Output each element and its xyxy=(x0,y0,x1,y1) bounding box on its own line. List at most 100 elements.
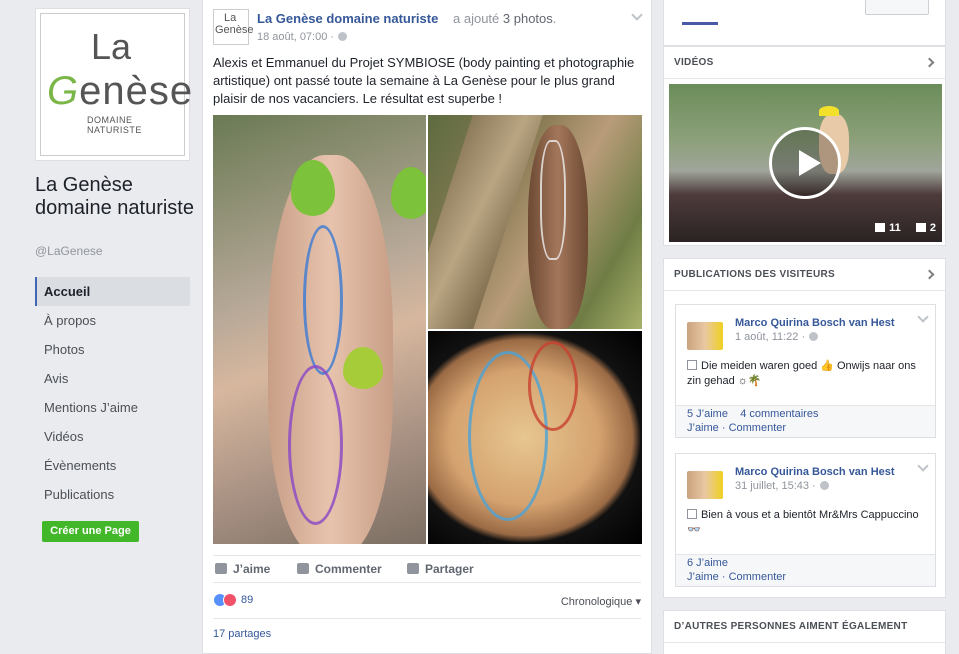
visitor-post-body: Bien à vous et a bientôt Mr&Mrs Cappucci… xyxy=(687,509,919,536)
share-arrow-icon xyxy=(407,563,419,574)
nav-item-photos[interactable]: Photos xyxy=(35,335,190,364)
logo-text-genese: Genèse xyxy=(47,69,193,114)
post-photo-2[interactable] xyxy=(428,115,642,329)
visitor-post-date[interactable]: 31 juillet, 15:43 · xyxy=(735,480,829,492)
visitor-name-link[interactable]: Marco Quirina Bosch van Hest xyxy=(735,317,895,329)
nav-item-mentions[interactable]: Mentions J’aime xyxy=(35,393,190,422)
visitor-post: Marco Quirina Bosch van Hest 31 juillet,… xyxy=(675,453,936,587)
nav-item-avis[interactable]: Avis xyxy=(35,364,190,393)
visitor-avatar[interactable] xyxy=(687,471,723,499)
visitor-likes-count[interactable]: 5 J’aime xyxy=(687,408,728,420)
visitor-post-text: Die meiden waren goed 👍 Onwijs naar ons … xyxy=(687,359,927,389)
nav-item-a-propos[interactable]: À propos xyxy=(35,306,190,335)
play-button-icon[interactable] xyxy=(769,127,841,199)
page-nav: Accueil À propos Photos Avis Mentions J’… xyxy=(35,277,190,509)
shares-count-link[interactable]: 17 partages xyxy=(213,628,271,640)
post-divider xyxy=(213,555,641,556)
logo-frame: La Genèse DOMAINE NATURISTE xyxy=(40,13,192,156)
share-button[interactable]: Partager xyxy=(407,562,474,576)
globe-icon xyxy=(819,481,829,490)
visitor-comment-link[interactable]: Commenter xyxy=(729,571,786,583)
post-date-text: 18 août, 07:00 · xyxy=(257,31,335,43)
visitor-like-link[interactable]: J’aime xyxy=(687,571,719,583)
post-divider xyxy=(213,618,641,619)
visitor-comments-count[interactable]: 4 commentaires xyxy=(740,408,818,420)
visitor-posts-title[interactable]: PUBLICATIONS DES VISITEURS xyxy=(664,259,945,291)
photo-tree-trunk xyxy=(428,115,543,329)
feed-post: La Genèse La Genèse domaine naturiste a … xyxy=(202,0,652,654)
videos-card-title[interactable]: VIDÉOS xyxy=(664,47,945,79)
create-page-button[interactable]: Créer une Page xyxy=(42,521,139,542)
logo-g: G xyxy=(47,69,80,113)
logo-subtitle: DOMAINE NATURISTE xyxy=(87,115,142,135)
post-action-text: a ajouté 3 photos. xyxy=(453,11,556,26)
love-reaction-icon xyxy=(223,592,237,607)
page-handle[interactable]: @LaGenese xyxy=(35,244,103,258)
logo-genese-rest: enèse xyxy=(79,69,194,113)
page-title[interactable]: La Genèse domaine naturiste xyxy=(35,174,195,220)
videos-card: VIDÉOS 11 2 xyxy=(663,46,946,246)
post-photo-1[interactable] xyxy=(213,115,426,544)
post-photos-link[interactable]: 3 photos xyxy=(503,11,553,26)
post-options-chevron-icon[interactable] xyxy=(917,311,929,323)
leaf-shape xyxy=(391,167,426,219)
partial-avatar xyxy=(682,3,718,25)
visitor-post-footer: 6 J’aime J’aime · Commenter xyxy=(676,554,935,586)
visitor-name-link[interactable]: Marco Quirina Bosch van Hest xyxy=(735,466,895,478)
post-avatar[interactable]: La Genèse xyxy=(213,9,254,45)
visitor-like-link[interactable]: J’aime xyxy=(687,422,719,434)
video-hat xyxy=(819,106,839,116)
post-timestamp[interactable]: 18 août, 07:00 · xyxy=(257,31,348,43)
comment-button[interactable]: Commenter xyxy=(297,562,382,576)
nav-item-publications[interactable]: Publications xyxy=(35,480,190,509)
thumbs-up-icon xyxy=(875,223,886,232)
post-options-chevron-icon[interactable] xyxy=(917,460,929,472)
photo-paint-stroke xyxy=(303,225,343,375)
post-divider xyxy=(213,582,641,583)
comment-sort-dropdown[interactable]: Chronologique ▾ xyxy=(561,595,641,608)
post-options-chevron-icon[interactable] xyxy=(631,9,643,21)
top-partial-card xyxy=(663,0,946,46)
globe-icon xyxy=(809,332,819,341)
post-photo-3[interactable] xyxy=(428,331,642,544)
post-author-link[interactable]: La Genèse domaine naturiste xyxy=(257,11,438,26)
video-comment-count: 2 xyxy=(929,222,936,234)
nav-item-evenements[interactable]: Évènements xyxy=(35,451,190,480)
visitor-post-actions: J’aime · Commenter xyxy=(687,422,787,434)
like-button-label: J’aime xyxy=(233,562,271,576)
page-profile-picture[interactable]: La Genèse DOMAINE NATURISTE xyxy=(35,8,192,161)
visitor-post-body: Die meiden waren goed 👍 Onwijs naar ons … xyxy=(687,360,916,387)
photo-icon xyxy=(687,509,697,519)
share-button-label: Partager xyxy=(425,562,474,576)
leaf-shape xyxy=(343,347,383,389)
visitor-likes-count[interactable]: 6 J’aime xyxy=(687,557,728,569)
visitor-post-actions: J’aime · Commenter xyxy=(687,571,787,583)
comment-icon xyxy=(297,563,309,574)
nav-item-videos[interactable]: Vidéos xyxy=(35,422,190,451)
visitor-post-footer: 5 J’aime 4 commentaires J’aime · Comment… xyxy=(676,405,935,437)
visitor-post: Marco Quirina Bosch van Hest 1 août, 11:… xyxy=(675,304,936,438)
nav-item-accueil[interactable]: Accueil xyxy=(35,277,190,306)
visitor-post-text: Bien à vous et a bientôt Mr&Mrs Cappucci… xyxy=(687,508,927,538)
reactions-summary[interactable]: 89 xyxy=(213,592,253,608)
related-pages-card: D’AUTRES PERSONNES AIMENT ÉGALEMENT xyxy=(663,610,946,654)
related-pages-title[interactable]: D’AUTRES PERSONNES AIMENT ÉGALEMENT xyxy=(664,611,945,643)
video-stats: 11 2 xyxy=(863,222,936,234)
logo-text-la: La xyxy=(91,26,132,67)
video-like-count: 11 xyxy=(889,222,901,234)
thumbs-up-icon xyxy=(215,563,227,574)
visitor-post-date[interactable]: 1 août, 11:22 · xyxy=(735,331,819,343)
partial-like-button[interactable] xyxy=(865,0,929,15)
video-thumbnail[interactable]: 11 2 xyxy=(669,84,942,242)
visitor-date-text: 31 juillet, 15:43 · xyxy=(735,480,816,492)
visitor-comment-link[interactable]: Commenter xyxy=(729,422,786,434)
photo-paint-stroke xyxy=(540,140,566,260)
visitor-avatar[interactable] xyxy=(687,322,723,350)
photo-icon xyxy=(687,360,697,370)
post-avatar-la: La xyxy=(224,12,237,24)
post-action-prefix: a ajouté xyxy=(453,11,500,26)
comment-icon xyxy=(915,223,926,232)
comment-button-label: Commenter xyxy=(315,562,382,576)
globe-icon xyxy=(338,32,348,41)
like-button[interactable]: J’aime xyxy=(215,562,270,576)
